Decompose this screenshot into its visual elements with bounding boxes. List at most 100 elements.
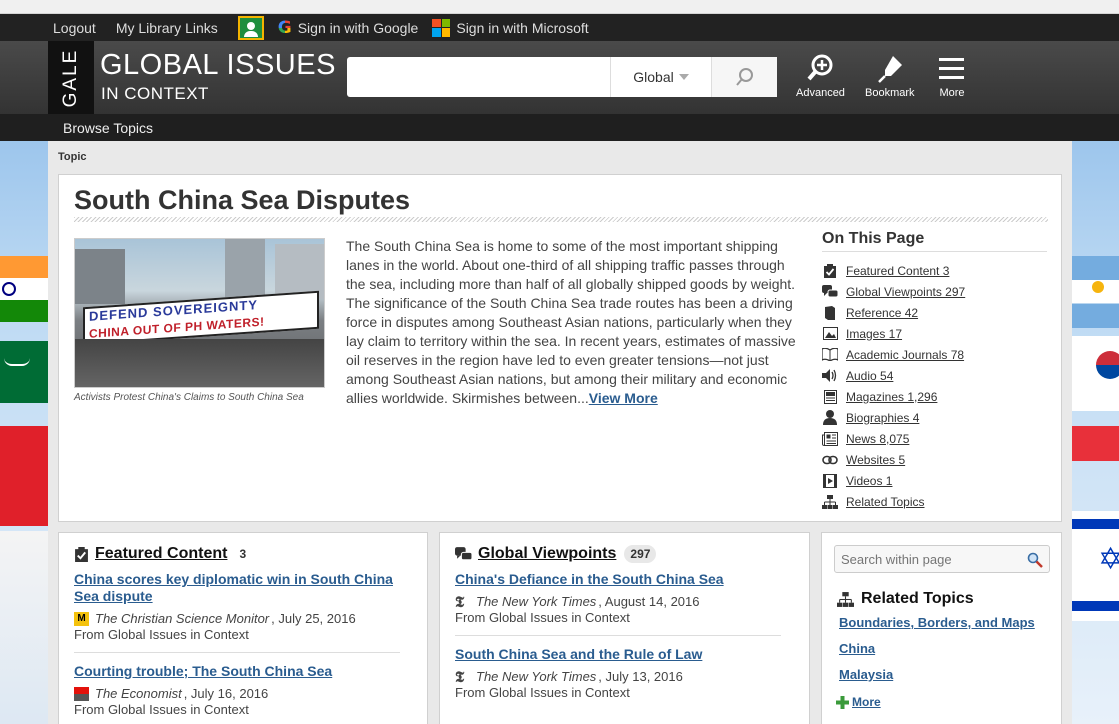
- economist-logo-icon: [74, 686, 89, 701]
- site-title[interactable]: GLOBAL ISSUES: [100, 49, 336, 82]
- search-bar: Global: [347, 57, 777, 97]
- link-icon: [822, 453, 838, 467]
- list-item: South China Sea and the Rule of Law 𝕿 The…: [455, 646, 795, 700]
- more-label: More: [939, 87, 965, 99]
- list-item: China scores key diplomatic win in South…: [74, 571, 414, 642]
- search-scope-label: Global: [633, 69, 674, 85]
- bookmark-icon: [877, 56, 902, 83]
- search-within-input[interactable]: [835, 546, 1023, 572]
- google-signin-label: Sign in with Google: [297, 19, 419, 36]
- related-topic-link[interactable]: Boundaries, Borders, and Maps: [839, 615, 1035, 630]
- on-page-item-videos[interactable]: Videos 1: [822, 470, 1047, 491]
- google-classroom-icon[interactable]: [237, 15, 264, 40]
- item-divider: [455, 635, 781, 636]
- decorative-flags-right: ✡: [1072, 141, 1119, 724]
- browse-bar: Browse Topics: [0, 114, 1119, 141]
- bookmark-button[interactable]: Bookmark: [865, 53, 915, 99]
- speaker-icon: [822, 369, 838, 383]
- featured-count-badge: 3: [239, 547, 247, 561]
- advanced-search-button[interactable]: Advanced: [796, 53, 845, 99]
- on-this-page-nav: On This Page Featured Content 3 Global V…: [822, 230, 1047, 512]
- on-page-item-magazines[interactable]: Magazines 1,296: [822, 386, 1047, 407]
- page-title: South China Sea Disputes: [74, 185, 411, 215]
- on-page-item-news[interactable]: News 8,075: [822, 428, 1047, 449]
- more-related-topics-link[interactable]: More: [836, 695, 881, 709]
- title-divider: [74, 217, 1048, 222]
- content-type-label: Topic: [58, 151, 87, 163]
- more-menu-button[interactable]: More: [937, 53, 967, 99]
- view-more-link[interactable]: View More: [589, 390, 658, 406]
- speech-bubbles-icon: [822, 284, 838, 299]
- browse-topics-link[interactable]: Browse Topics: [63, 120, 153, 136]
- site-header: GALE GLOBAL ISSUES IN CONTEXT Global Adv…: [0, 41, 1119, 114]
- related-topic-link[interactable]: Malaysia: [839, 667, 893, 682]
- nytimes-logo-icon: 𝕿: [455, 667, 465, 686]
- reference-book-icon: [822, 305, 838, 320]
- hierarchy-icon: [822, 494, 838, 509]
- microsoft-logo-icon: [432, 18, 451, 37]
- video-icon: [822, 473, 838, 488]
- viewpoints-count-badge: 297: [624, 545, 657, 563]
- topic-image[interactable]: DEFEND SOVEREIGNTY CHINA OUT OF PH WATER…: [74, 238, 325, 388]
- magazine-icon: [822, 389, 838, 404]
- search-within-page: [834, 545, 1050, 573]
- featured-item-title[interactable]: China scores key diplomatic win in South…: [74, 571, 414, 605]
- featured-item-title[interactable]: Courting trouble; The South China Sea: [74, 663, 414, 680]
- bookmark-label: Bookmark: [865, 87, 915, 99]
- on-page-item-viewpoints[interactable]: Global Viewpoints 297: [822, 281, 1047, 302]
- person-icon: [822, 410, 838, 425]
- speech-bubbles-icon: [455, 546, 472, 560]
- logout-link[interactable]: Logout: [53, 20, 96, 36]
- login-bar: Logout My Library Links G Sign in with G…: [0, 14, 1119, 41]
- search-scope-dropdown[interactable]: Global: [610, 57, 711, 97]
- related-topic-link[interactable]: China: [839, 641, 875, 656]
- hamburger-menu-icon: [939, 58, 964, 79]
- hierarchy-icon: [837, 591, 854, 607]
- clipboard-check-icon: [75, 546, 88, 562]
- global-viewpoints-card: Global Viewpoints 297 China's Defiance i…: [439, 532, 810, 724]
- chevron-down-icon: [678, 74, 689, 80]
- search-input[interactable]: [347, 57, 610, 97]
- on-page-item-websites[interactable]: Websites 5: [822, 449, 1047, 470]
- plus-icon: [836, 695, 849, 709]
- featured-content-card: Featured Content 3 China scores key dipl…: [58, 532, 428, 724]
- on-page-item-featured[interactable]: Featured Content 3: [822, 260, 1047, 281]
- browser-top-strip: [0, 0, 1119, 14]
- newspaper-icon: [822, 431, 838, 446]
- microsoft-signin-label: Sign in with Microsoft: [456, 19, 589, 36]
- sidebar-card: Related Topics Boundaries, Borders, and …: [821, 532, 1062, 724]
- topic-overview-card: South China Sea Disputes DEFEND SOVEREIG…: [58, 174, 1062, 522]
- library-links-link[interactable]: My Library Links: [116, 20, 218, 36]
- csmonitor-logo-icon: M: [74, 611, 89, 626]
- topic-summary: The South China Sea is home to some of t…: [346, 238, 796, 406]
- viewpoint-item-title[interactable]: China's Defiance in the South China Sea: [455, 571, 795, 588]
- search-icon[interactable]: [1027, 552, 1043, 568]
- advanced-search-icon: [807, 54, 833, 81]
- viewpoint-item-title[interactable]: South China Sea and the Rule of Law: [455, 646, 795, 663]
- on-page-item-audio[interactable]: Audio 54: [822, 365, 1047, 386]
- featured-content-heading[interactable]: Featured Content: [95, 545, 227, 563]
- image-icon: [822, 327, 838, 341]
- on-page-item-related[interactable]: Related Topics: [822, 491, 1047, 512]
- open-book-icon: [822, 348, 838, 362]
- on-page-item-journals[interactable]: Academic Journals 78: [822, 344, 1047, 365]
- related-topics-heading: Related Topics: [837, 590, 974, 608]
- search-button[interactable]: [711, 57, 777, 97]
- on-page-item-biographies[interactable]: Biographies 4: [822, 407, 1047, 428]
- search-icon: [735, 68, 753, 86]
- site-subtitle: IN CONTEXT: [101, 84, 209, 103]
- item-divider: [74, 652, 400, 653]
- clipboard-check-icon: [822, 263, 838, 278]
- google-signin-button[interactable]: G Sign in with Google: [278, 18, 419, 38]
- nytimes-logo-icon: 𝕿: [455, 592, 465, 611]
- on-page-item-reference[interactable]: Reference 42: [822, 302, 1047, 323]
- microsoft-signin-button[interactable]: Sign in with Microsoft: [432, 18, 589, 37]
- advanced-label: Advanced: [796, 87, 845, 99]
- on-page-item-images[interactable]: Images 17: [822, 323, 1047, 344]
- image-caption: Activists Protest China's Claims to Sout…: [74, 392, 304, 403]
- on-this-page-title: On This Page: [822, 230, 1047, 252]
- list-item: Courting trouble; The South China Sea Th…: [74, 663, 414, 717]
- gale-logo[interactable]: GALE: [48, 41, 94, 114]
- global-viewpoints-heading[interactable]: Global Viewpoints: [478, 545, 616, 563]
- google-g-icon: G: [277, 17, 292, 38]
